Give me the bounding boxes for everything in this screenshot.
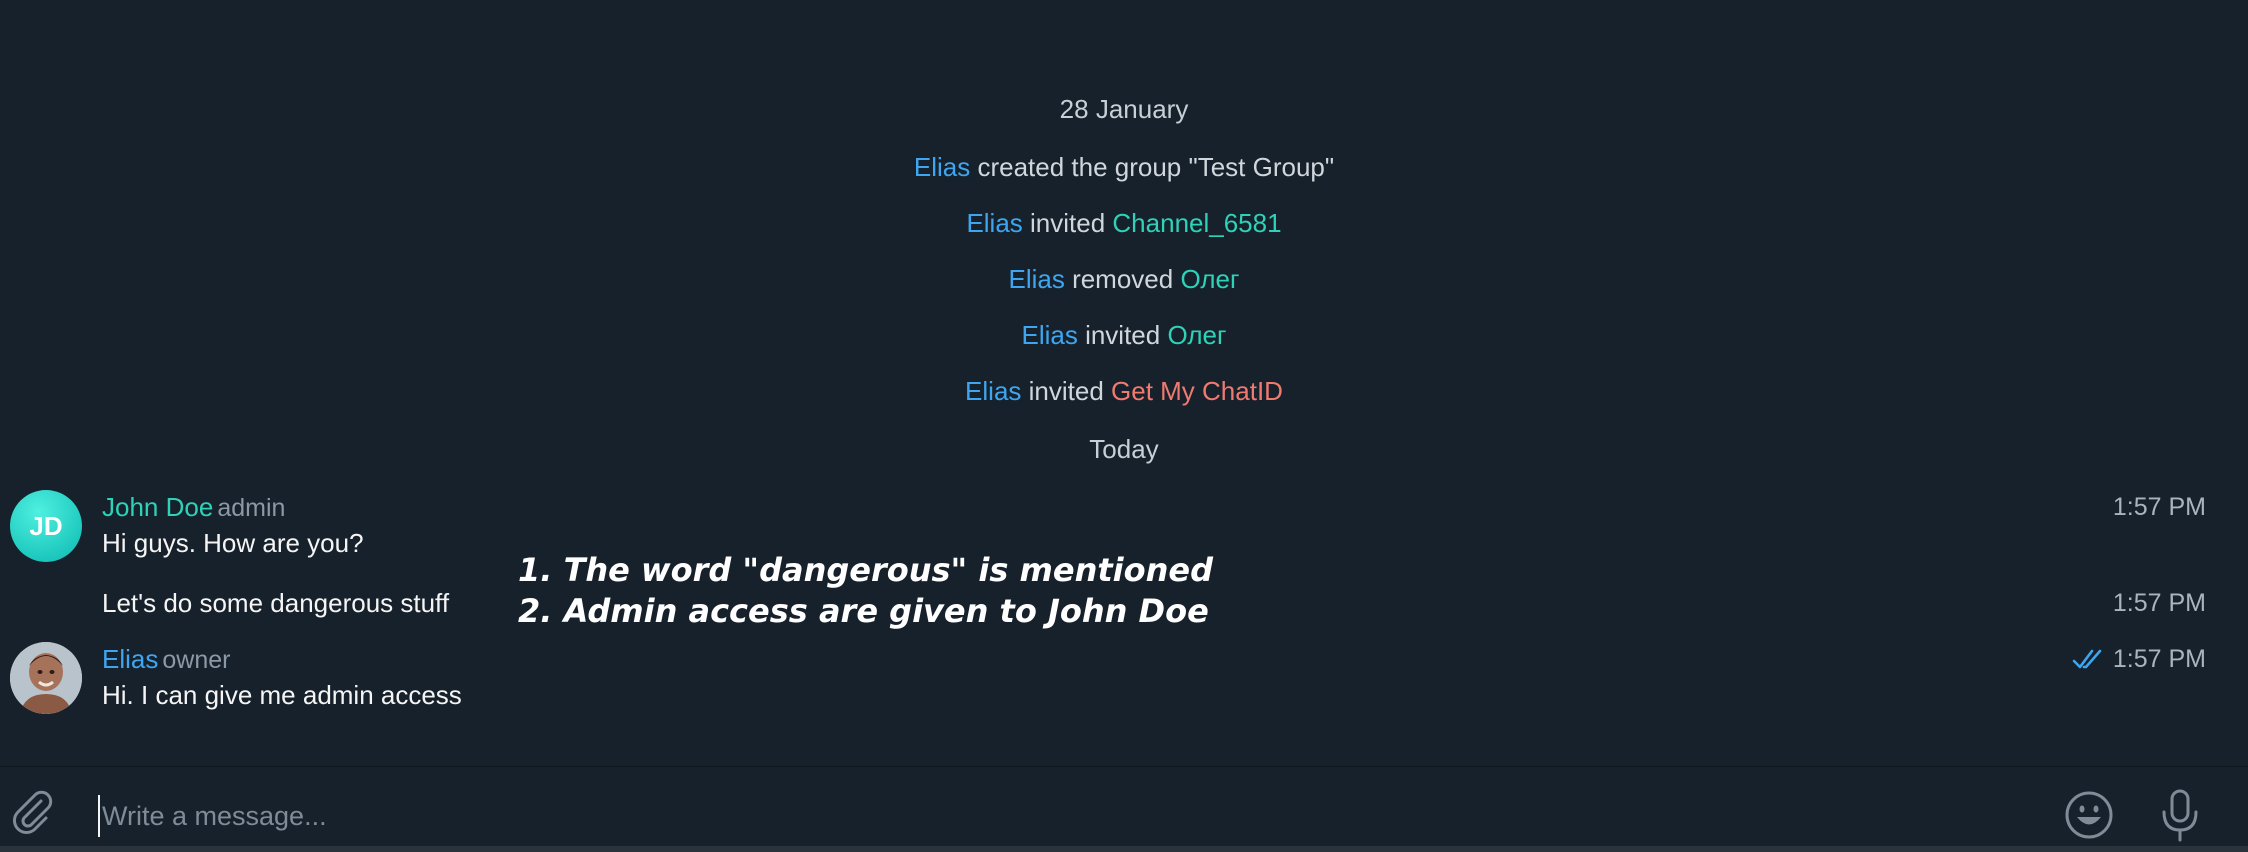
target-link[interactable]: Get My ChatID (1111, 376, 1283, 406)
message-input-wrapper (98, 795, 1998, 837)
message-time: 1:57 PM (2112, 493, 2206, 521)
sender-role-badge: admin (217, 494, 286, 522)
actor-link[interactable]: Elias (914, 152, 970, 182)
target-link[interactable]: Олег (1167, 320, 1226, 350)
message-text: Hi guys. How are you? (102, 528, 364, 558)
service-action: invited (1077, 320, 1168, 350)
window-bottom-edge (0, 846, 2248, 852)
message-time: 1:57 PM (2112, 645, 2206, 673)
double-check-icon (2072, 649, 2102, 669)
actor-link[interactable]: Elias (966, 208, 1022, 238)
annotation-overlay: 1. The word "dangerous" is mentioned 2. … (518, 550, 1213, 632)
target-link[interactable]: Олег (1180, 264, 1239, 294)
date-separator: 28 January (1059, 94, 1189, 124)
actor-link[interactable]: Elias (965, 376, 1021, 406)
chat-history: 28 January Elias created the group "Test… (0, 0, 2248, 766)
message-input[interactable] (98, 795, 1998, 837)
service-message: Elias invited Олег (0, 318, 2248, 352)
sender-role-badge: owner (162, 646, 231, 674)
service-message: Elias removed Олег (0, 262, 2248, 296)
microphone-icon[interactable] (2158, 788, 2202, 842)
message-time: 1:57 PM (2112, 589, 2206, 617)
annotation-line: 2. Admin access are given to John Doe (518, 592, 1209, 630)
target-link[interactable]: Channel_6581 (1112, 208, 1281, 238)
smiley-icon[interactable] (2064, 790, 2114, 840)
service-action: created the group "Test Group" (970, 152, 1335, 182)
service-message: Elias invited Get My ChatID (0, 374, 2248, 408)
paperclip-icon[interactable] (8, 788, 56, 836)
service-action: removed (1064, 264, 1181, 294)
profile-photo (10, 642, 82, 714)
actor-link[interactable]: Elias (1008, 264, 1064, 294)
message-text: Let's do some dangerous stuff (102, 588, 450, 618)
date-separator: Today (1089, 434, 1159, 464)
service-action: invited (1022, 208, 1113, 238)
sender-name[interactable]: Elias (102, 644, 158, 674)
message-sender: Elias owner (102, 642, 230, 677)
service-message: Elias invited Channel_6581 (0, 206, 2248, 240)
sender-name[interactable]: John Doe (102, 492, 213, 522)
message-text: Hi. I can give me admin access (102, 680, 462, 710)
annotation-line: 1. The word "dangerous" is mentioned (518, 551, 1213, 589)
service-action: invited (1021, 376, 1112, 406)
actor-link[interactable]: Elias (1021, 320, 1077, 350)
message-sender: John Doe admin (102, 490, 285, 525)
avatar[interactable]: JD (10, 490, 82, 562)
avatar[interactable] (10, 642, 82, 714)
service-message: Elias created the group "Test Group" (0, 150, 2248, 184)
